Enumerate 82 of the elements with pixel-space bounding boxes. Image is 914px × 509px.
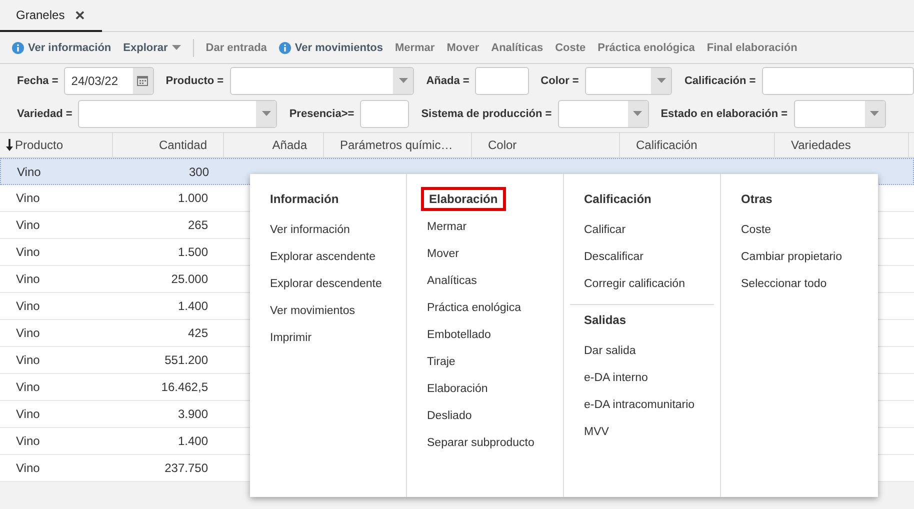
menu-item[interactable]: Desliado (413, 403, 557, 430)
toolbar-button[interactable]: Ver información (6, 38, 118, 58)
menu-item[interactable]: Embotellado (413, 322, 557, 349)
table-cell-text: 1.400 (176, 433, 209, 450)
menu-item[interactable]: Explorar descendente (256, 271, 400, 298)
tab[interactable]: Graneles ✕ (0, 0, 102, 32)
column-header[interactable]: Calificación (620, 133, 775, 157)
table-cell-text: 3.900 (176, 406, 209, 423)
menu-item[interactable]: Ver movimientos (256, 298, 400, 325)
menu-item[interactable]: Coste (727, 217, 872, 244)
filter-label: Estado en elaboración = (660, 108, 788, 120)
menu-heading: Salidas (583, 312, 628, 329)
table-cell-text: Vino (15, 271, 41, 288)
menu-item[interactable]: e-DA interno (570, 365, 714, 392)
menu-item[interactable]: Seleccionar todo (727, 271, 872, 298)
table-cell-text: Vino (15, 298, 41, 315)
date-field[interactable]: 24/03/22 (64, 66, 154, 94)
table-cell-text: Vino (15, 217, 41, 234)
close-icon[interactable]: ✕ (74, 8, 86, 22)
menu-item[interactable]: Analíticas (413, 268, 557, 295)
table-cell-text: Vino (15, 190, 41, 207)
table-cell-text: 237.750 (164, 460, 209, 477)
table-cell-text: 425 (186, 325, 209, 342)
toolbar-button[interactable]: Final elaboración (700, 38, 804, 58)
table-cell-text: Vino (15, 379, 41, 396)
column-header[interactable]: Parámetros químic… (324, 133, 472, 157)
table-cell-text: Vino (15, 352, 41, 369)
menu-item[interactable]: Tiraje (413, 349, 557, 376)
menu-item[interactable]: Cambiar propietario (727, 244, 872, 271)
toolbar-button[interactable]: Mermar (388, 38, 441, 58)
table-cell-text: Vino (15, 325, 41, 342)
column-header[interactable]: Cantidad (113, 133, 224, 157)
menu-item[interactable]: Explorar ascendente (256, 244, 400, 271)
table-cell-text: 1.500 (176, 244, 209, 261)
menu-item[interactable]: MVV (570, 419, 714, 446)
filter-label: Producto = (166, 74, 224, 86)
table-cell-text: 1.000 (176, 190, 209, 207)
table-cell-text: 25.000 (170, 271, 209, 288)
menu-heading: Otras (740, 191, 774, 208)
menu-item[interactable]: Corregir calificación (570, 271, 714, 298)
toolbar-button[interactable]: Dar entrada (200, 38, 273, 58)
menu-item[interactable]: Mover (413, 241, 557, 268)
column-header[interactable]: Añada (224, 133, 324, 157)
menu-item[interactable]: Elaboración (413, 376, 557, 403)
filter-label: Variedad = (17, 108, 72, 120)
menu-heading: Elaboración (421, 187, 506, 211)
menu-item[interactable]: Práctica enológica (413, 295, 557, 322)
menu-heading: Información (269, 191, 340, 208)
menu-item[interactable]: Calificar (570, 217, 714, 244)
table-cell-text: 1.400 (176, 298, 209, 315)
menu-heading: Calificación (583, 191, 652, 208)
toolbar-button[interactable]: Coste (549, 38, 592, 58)
toolbar-button[interactable]: Ver movimientos (272, 38, 389, 58)
menu-item[interactable]: Separar subproducto (413, 430, 557, 457)
table-cell-text: 300 (188, 164, 210, 180)
table-cell-text: 551.200 (164, 352, 209, 369)
table-cell-text: Vino (15, 406, 41, 423)
menu-item[interactable]: Imprimir (256, 325, 400, 352)
toolbar-button[interactable]: Explorar (117, 38, 187, 58)
menu-item[interactable]: Mermar (413, 214, 557, 241)
filter-label: Presencia>= (289, 108, 354, 120)
filter-label: Color = (540, 74, 579, 86)
toolbar-button[interactable]: Práctica enológica (592, 38, 701, 58)
column-header[interactable]: Variedades (775, 133, 909, 157)
toolbar-button[interactable]: Analíticas (485, 38, 550, 58)
menu-item[interactable]: Ver información (256, 217, 400, 244)
filter-label: Sistema de producción = (421, 108, 552, 120)
filter-label: Fecha = (17, 74, 58, 86)
table-cell-text: Vino (15, 244, 41, 261)
filter-label: Calificación = (684, 74, 756, 86)
column-header[interactable]: Color (472, 133, 620, 157)
menu-item[interactable]: Dar salida (570, 338, 714, 365)
menu-item[interactable]: e-DA intracomunitario (570, 392, 714, 419)
column-header[interactable]: Producto (0, 133, 113, 157)
table-cell-text: 265 (186, 217, 209, 234)
table-cell-text: 16.462,5 (160, 379, 209, 396)
filter-label: Añada = (426, 74, 470, 86)
table-cell-text: Vino (15, 460, 41, 477)
menu-item[interactable]: Descalificar (570, 244, 714, 271)
table-cell-text: Vino (15, 433, 41, 450)
toolbar-button[interactable]: Mover (440, 38, 486, 58)
table-cell-text: Vino (16, 164, 42, 180)
